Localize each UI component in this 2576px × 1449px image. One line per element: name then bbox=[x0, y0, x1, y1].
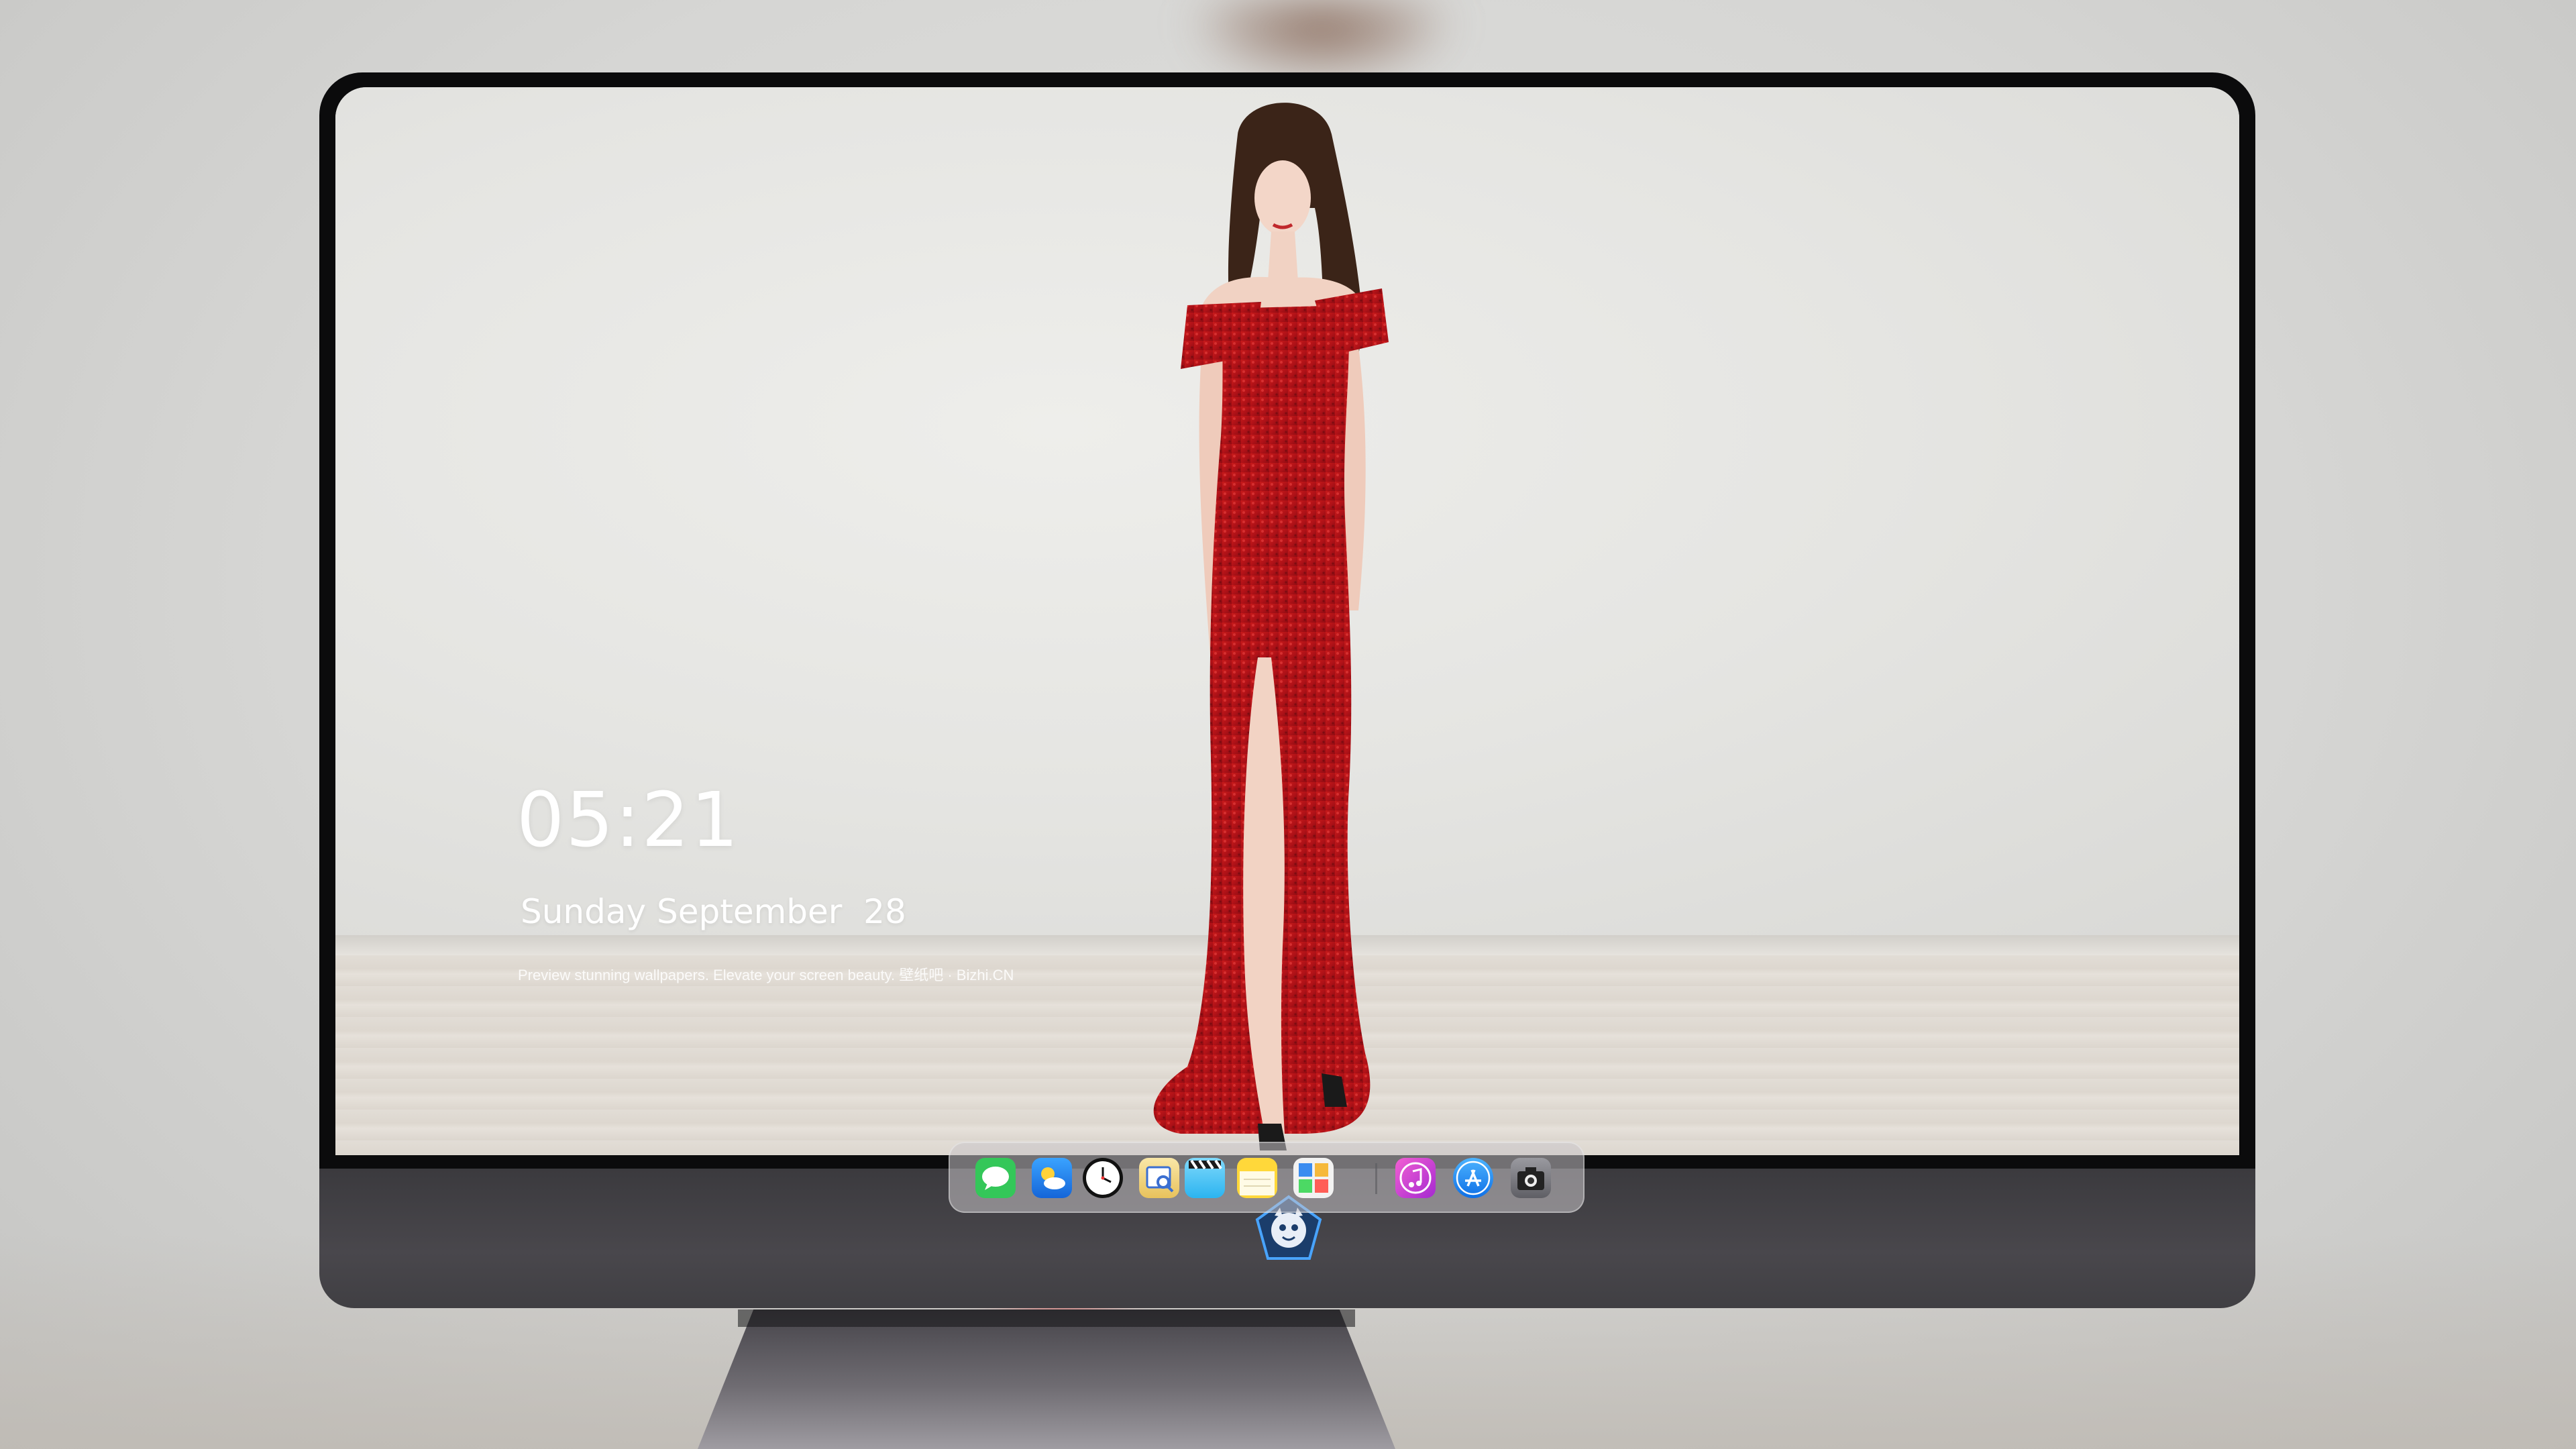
dock bbox=[949, 1142, 1585, 1213]
lock-clock: 05:21 bbox=[517, 777, 740, 864]
weather-icon[interactable] bbox=[1032, 1158, 1072, 1198]
monitor: 05:21 Sunday September 28 Preview stunni… bbox=[319, 72, 2255, 1308]
app-store-icon[interactable] bbox=[1453, 1158, 1493, 1198]
clock-icon[interactable] bbox=[1083, 1158, 1123, 1198]
wallpaper-woman-red-dress bbox=[1153, 103, 1389, 1150]
music-icon[interactable] bbox=[1395, 1158, 1436, 1198]
clips-icon[interactable] bbox=[1185, 1158, 1225, 1198]
photo-browser-icon[interactable] bbox=[1293, 1158, 1334, 1198]
background-blur-figure bbox=[1194, 0, 1449, 80]
monitor-stand bbox=[698, 1309, 1395, 1449]
messages-icon[interactable] bbox=[975, 1158, 1016, 1198]
preview-icon[interactable] bbox=[1139, 1158, 1179, 1198]
camera-icon[interactable] bbox=[1511, 1158, 1551, 1198]
wallpaper-tagline: Preview stunning wallpapers. Elevate you… bbox=[518, 967, 1014, 983]
dock-separator bbox=[1375, 1163, 1377, 1194]
notes-icon[interactable] bbox=[1237, 1158, 1277, 1198]
monitor-bezel: 05:21 Sunday September 28 Preview stunni… bbox=[319, 72, 2255, 1169]
monitor-stand-shadow bbox=[738, 1309, 1355, 1327]
screen[interactable]: 05:21 Sunday September 28 Preview stunni… bbox=[335, 87, 2239, 1155]
lock-date: Sunday September 28 bbox=[521, 892, 906, 931]
